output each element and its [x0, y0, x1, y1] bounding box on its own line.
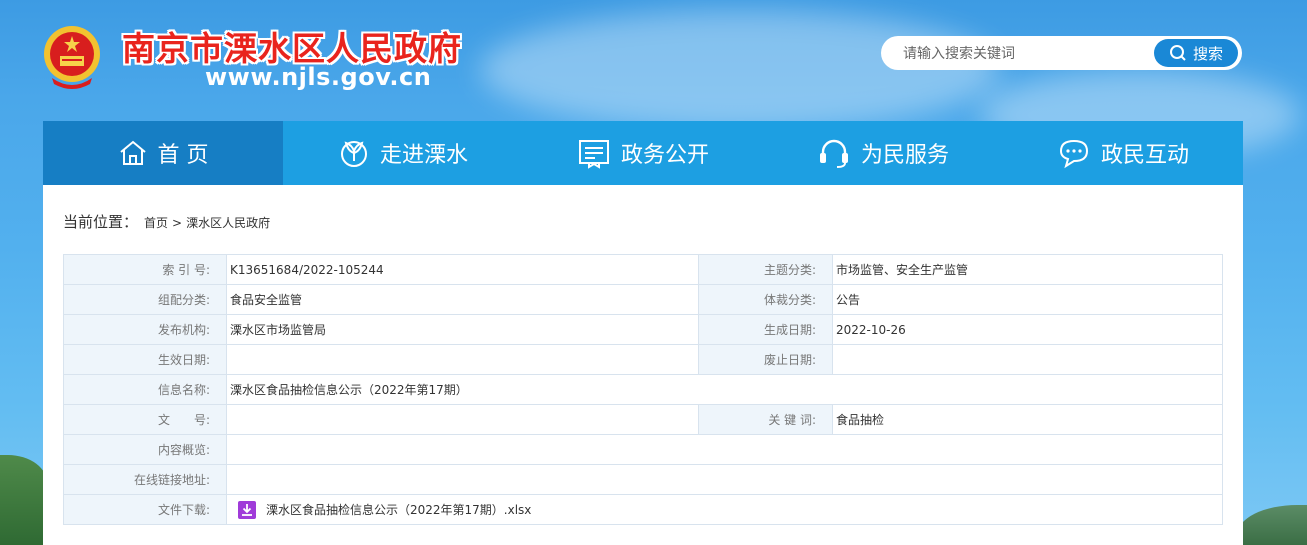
meta-key: 体裁分类: [698, 284, 833, 315]
nav-item-label: 政民互动 [1100, 143, 1189, 168]
breadcrumb: 当前位置： 首页 > 溧水区人民政府 [63, 211, 270, 232]
search-input[interactable] [901, 42, 1145, 66]
search-button-label: 搜索 [1192, 44, 1223, 63]
leaf-icon [340, 141, 367, 167]
meta-key: 在线链接地址: [63, 464, 227, 495]
meta-key: 信息名称: [63, 374, 227, 405]
national-emblem-icon[interactable] [42, 22, 102, 92]
meta-value-publisher: 溧水区市场监管局 [226, 314, 699, 345]
meta-value-keywords: 食品抽检 [832, 404, 1223, 435]
site-url: www.njls.gov.cn [205, 63, 432, 91]
table-row: 发布机构: 溧水区市场监管局 生成日期: 2022-10-26 [63, 314, 1223, 345]
nav-item-interaction[interactable]: 政民互动 [1003, 121, 1243, 185]
meta-key: 发布机构: [63, 314, 227, 345]
headset-icon [819, 139, 848, 168]
background-cloud [480, 10, 1000, 130]
nav-item-gov-affairs[interactable]: 政务公开 [523, 121, 763, 185]
meta-value-genre: 公告 [832, 284, 1223, 315]
breadcrumb-current-link[interactable]: 溧水区人民政府 [186, 214, 270, 231]
nav-item-label: 政务公开 [620, 143, 709, 168]
meta-value-created-date: 2022-10-26 [832, 314, 1223, 345]
table-row: 生效日期: 废止日期: [63, 344, 1223, 375]
meta-key: 索 引 号: [63, 254, 227, 285]
background-hill [1237, 505, 1307, 545]
table-row: 文件下载: 溧水区食品抽检信息公示（2022年第17期）.xlsx [63, 494, 1223, 525]
document-icon [578, 140, 609, 169]
meta-key: 废止日期: [698, 344, 833, 375]
table-row: 文 号: 关 键 词: 食品抽检 [63, 404, 1223, 435]
nav-item-label: 首 页 [157, 143, 209, 168]
breadcrumb-home-link[interactable]: 首页 [144, 214, 168, 231]
meta-key: 组配分类: [63, 284, 227, 315]
breadcrumb-separator: > [172, 216, 183, 230]
breadcrumb-label: 当前位置： [63, 213, 139, 231]
meta-value-topic: 市场监管、安全生产监管 [832, 254, 1223, 285]
search-icon [1169, 45, 1186, 61]
meta-value-summary [226, 434, 1223, 465]
meta-value-effective-date [226, 344, 699, 375]
document-meta-table: 索 引 号: K13651684/2022-105244 主题分类: 市场监管、… [63, 254, 1223, 525]
meta-key: 生成日期: [698, 314, 833, 345]
meta-value-doc-no [226, 404, 699, 435]
search-bar: 搜索 [881, 36, 1242, 70]
table-row: 组配分类: 食品安全监管 体裁分类: 公告 [63, 284, 1223, 315]
meta-value-category: 食品安全监管 [226, 284, 699, 315]
meta-key: 文 号: [63, 404, 227, 435]
meta-key: 生效日期: [63, 344, 227, 375]
nav-item-services[interactable]: 为民服务 [763, 121, 1003, 185]
meta-value-download: 溧水区食品抽检信息公示（2022年第17期）.xlsx [226, 494, 1223, 525]
meta-key: 内容概览: [63, 434, 227, 465]
file-download-link[interactable]: 溧水区食品抽检信息公示（2022年第17期）.xlsx [230, 500, 1222, 519]
nav-item-home[interactable]: 首 页 [43, 121, 283, 185]
chat-icon [1059, 139, 1088, 169]
search-button[interactable]: 搜索 [1154, 39, 1238, 67]
meta-key: 主题分类: [698, 254, 833, 285]
meta-value-info-name: 溧水区食品抽检信息公示（2022年第17期） [226, 374, 1223, 405]
table-row: 信息名称: 溧水区食品抽检信息公示（2022年第17期） [63, 374, 1223, 405]
main-content: 当前位置： 首页 > 溧水区人民政府 索 引 号: K13651684/2022… [43, 185, 1243, 545]
nav-item-about[interactable]: 走进溧水 [283, 121, 523, 185]
table-row: 索 引 号: K13651684/2022-105244 主题分类: 市场监管、… [63, 254, 1223, 285]
table-row: 内容概览: [63, 434, 1223, 465]
download-file-name: 溧水区食品抽检信息公示（2022年第17期）.xlsx [266, 503, 532, 517]
meta-value-expired-date [832, 344, 1223, 375]
table-row: 在线链接地址: [63, 464, 1223, 495]
home-icon [119, 140, 146, 165]
meta-value-online-link [226, 464, 1223, 495]
meta-key: 关 键 词: [698, 404, 833, 435]
nav-item-label: 为民服务 [860, 143, 949, 168]
background-hill [0, 455, 48, 545]
download-icon [238, 500, 256, 519]
nav-item-label: 走进溧水 [379, 143, 468, 168]
main-nav: 首 页 走进溧水 政务公开 为民服务 政民互动 [43, 121, 1243, 185]
meta-key: 文件下载: [63, 494, 227, 525]
meta-value-index-no: K13651684/2022-105244 [226, 254, 699, 285]
